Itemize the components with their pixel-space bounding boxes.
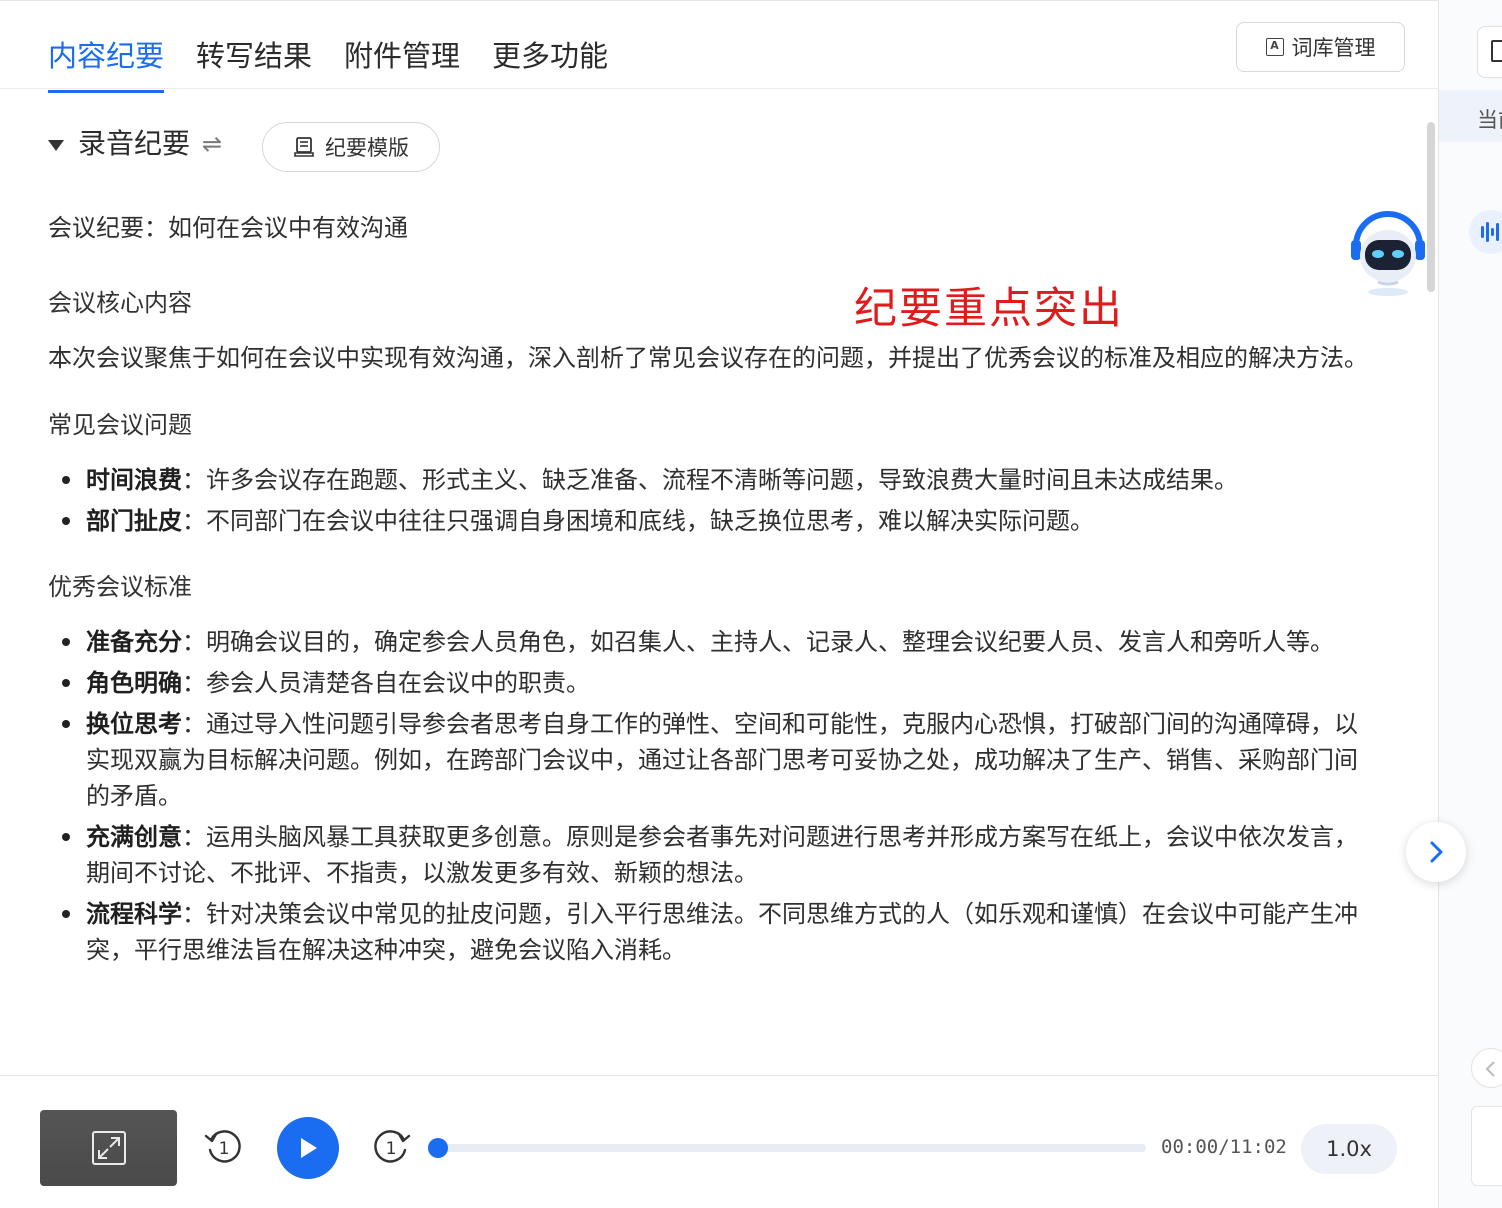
- progress-thumb[interactable]: [428, 1138, 448, 1158]
- list-item: 充满创意：运用头脑风暴工具获取更多创意。原则是参会者事先对问题进行思考并形成方案…: [48, 819, 1368, 891]
- list-item-term: 角色明确: [86, 669, 182, 697]
- tabs-divider: [0, 88, 1438, 89]
- template-icon: [294, 137, 314, 157]
- list-item: 准备充分：明确会议目的，确定参会人员角色，如召集人、主持人、记录人、整理会议纪要…: [48, 624, 1368, 660]
- list-item: 角色明确：参会人员清楚各自在会议中的职责。: [48, 665, 1368, 701]
- list-item-text: ：不同部门在会议中往往只强调自身困境和底线，缺乏换位思考，难以解决实际问题。: [182, 507, 1094, 535]
- collapse-caret-icon[interactable]: [48, 139, 64, 151]
- right-side-panel: 当前: [1438, 0, 1502, 1208]
- main-panel: 内容纪要 转写结果 附件管理 更多功能 A 词库管理 录音纪要 ⇌ 纪要模版 会…: [0, 0, 1466, 1208]
- tab-content-summary[interactable]: 内容纪要: [48, 36, 165, 93]
- content-scrollbar[interactable]: [1427, 122, 1435, 292]
- core-paragraph: 本次会议聚焦于如何在会议中实现有效沟通，深入剖析了常见会议存在的问题，并提出了优…: [48, 344, 1368, 372]
- lexicon-management-button[interactable]: A 词库管理: [1236, 22, 1405, 72]
- standards-list: 准备充分：明确会议目的，确定参会人员角色，如召集人、主持人、记录人、整理会议纪要…: [48, 624, 1368, 968]
- list-item-text: ：通过导入性问题引导参会者思考自身工作的弹性、空间和可能性，克服内心恐惧，打破部…: [86, 710, 1358, 810]
- top-edge: [0, 0, 1438, 4]
- list-item-text: ：针对决策会议中常见的扯皮问题，引入平行思维法。不同思维方式的人（如乐观和谨慎）…: [86, 900, 1358, 964]
- section-heading-core: 会议核心内容: [48, 289, 192, 317]
- problems-list: 时间浪费：许多会议存在跑题、形式主义、缺乏准备、流程不清晰等问题，导致浪费大量时…: [48, 462, 1368, 539]
- playback-speed-button[interactable]: 1.0x: [1301, 1124, 1397, 1174]
- list-item: 流程科学：针对决策会议中常见的扯皮问题，引入平行思维法。不同思维方式的人（如乐观…: [48, 896, 1368, 968]
- side-current-label: 当前: [1477, 108, 1502, 132]
- list-item-term: 充满创意: [86, 823, 182, 851]
- summary-document: 会议纪要：如何在会议中有效沟通 会议核心内容 本次会议聚焦于如何在会议中实现有效…: [48, 210, 1368, 998]
- list-item-term: 流程科学: [86, 900, 182, 928]
- tab-bar: 内容纪要 转写结果 附件管理 更多功能: [48, 36, 608, 93]
- side-bottom-card[interactable]: [1471, 1106, 1502, 1186]
- lexicon-icon: A: [1265, 38, 1284, 56]
- forward-label: 1: [386, 1139, 397, 1159]
- chevron-left-icon: [1485, 1061, 1495, 1077]
- list-item-term: 准备充分: [86, 628, 182, 656]
- panel-toggle-icon: [1491, 40, 1502, 62]
- summary-title: 录音纪要: [78, 127, 191, 160]
- list-item: 换位思考：通过导入性问题引导参会者思考自身工作的弹性、空间和可能性，克服内心恐惧…: [48, 706, 1368, 814]
- audio-wave-glyph: [1481, 222, 1499, 242]
- lexicon-management-label: 词库管理: [1291, 36, 1376, 60]
- chevron-right-icon: [1430, 841, 1443, 863]
- list-item-text: ：运用头脑风暴工具获取更多创意。原则是参会者事先对问题进行思考并形成方案写在纸上…: [86, 823, 1358, 887]
- list-item: 部门扯皮：不同部门在会议中往往只强调自身困境和底线，缺乏换位思考，难以解决实际问…: [48, 503, 1368, 539]
- next-page-button[interactable]: [1406, 822, 1466, 882]
- section-heading-problems: 常见会议问题: [48, 411, 192, 439]
- play-button[interactable]: [277, 1117, 339, 1179]
- tab-transcription[interactable]: 转写结果: [196, 36, 312, 93]
- rewind-icon[interactable]: 1: [203, 1126, 243, 1166]
- time-display: 00:00/11:02: [1161, 1136, 1287, 1158]
- play-icon: [301, 1138, 317, 1158]
- list-item-text: ：明确会议目的，确定参会人员角色，如召集人、主持人、记录人、整理会议纪要人员、发…: [182, 628, 1334, 656]
- section-heading-standards: 优秀会议标准: [48, 573, 192, 601]
- meeting-title: 会议纪要：如何在会议中有效沟通: [48, 214, 408, 242]
- audio-wave-icon[interactable]: [1469, 210, 1502, 254]
- highlight-annotation: 纪要重点突出: [854, 284, 1124, 334]
- tab-attachments[interactable]: 附件管理: [344, 36, 460, 93]
- summary-template-button[interactable]: 纪要模版: [262, 122, 440, 172]
- expand-icon: [91, 1131, 126, 1165]
- summary-header: 录音纪要 ⇌: [48, 124, 222, 164]
- list-item-term: 时间浪费: [86, 466, 182, 494]
- switch-icon[interactable]: ⇌: [202, 130, 222, 158]
- list-item: 时间浪费：许多会议存在跑题、形式主义、缺乏准备、流程不清晰等问题，导致浪费大量时…: [48, 462, 1368, 498]
- ai-assistant-robot-icon[interactable]: [1348, 206, 1428, 298]
- rewind-label: 1: [219, 1139, 230, 1159]
- side-collapse-button[interactable]: [1471, 1048, 1502, 1088]
- forward-icon[interactable]: 1: [372, 1126, 412, 1166]
- list-item-term: 部门扯皮: [86, 507, 182, 535]
- expand-video-button[interactable]: [40, 1110, 177, 1186]
- tab-more-features[interactable]: 更多功能: [492, 36, 608, 93]
- summary-template-label: 纪要模版: [325, 136, 409, 160]
- player-divider: [0, 1075, 1438, 1076]
- list-item-text: ：参会人员清楚各自在会议中的职责。: [182, 669, 590, 697]
- list-item-text: ：许多会议存在跑题、形式主义、缺乏准备、流程不清晰等问题，导致浪费大量时间且未达…: [182, 466, 1238, 494]
- list-item-term: 换位思考: [86, 710, 182, 738]
- progress-track[interactable]: [438, 1144, 1146, 1152]
